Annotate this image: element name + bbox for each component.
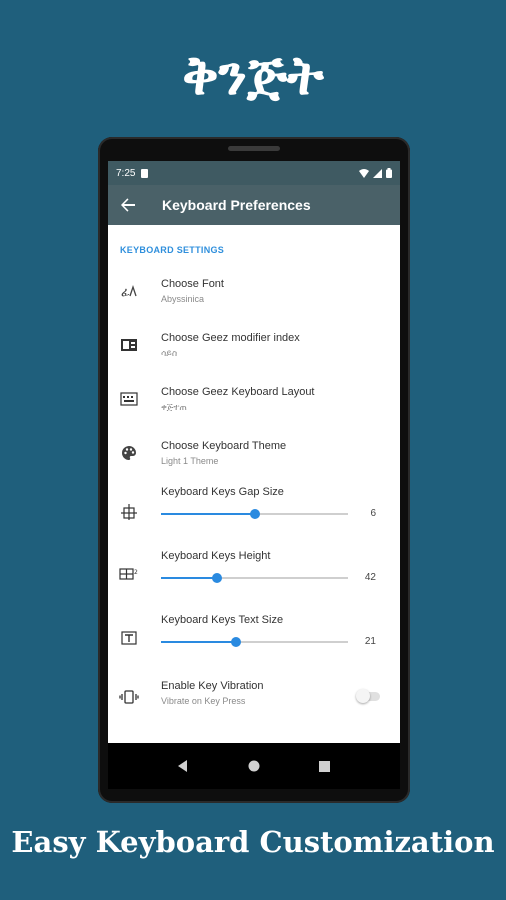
slider-value: 42: [364, 572, 376, 583]
nav-home-icon[interactable]: [247, 759, 261, 773]
phone-screen: 7:25 Keyboard Preferences KEYBOARD SETTI…: [108, 161, 400, 743]
pref-title: Keyboard Keys Height: [161, 550, 271, 562]
status-time: 7:25: [116, 167, 136, 179]
status-icons: [359, 168, 392, 178]
promo-caption: Easy Keyboard Customization: [11, 825, 495, 859]
pref-title: Choose Font: [161, 278, 224, 290]
status-bar: 7:25: [108, 161, 400, 185]
slider-value: 6: [370, 508, 376, 519]
arrow-back-icon[interactable]: [120, 196, 138, 214]
pref-choose-keyboard-layout[interactable]: Choose Geez Keyboard Layout ቀጅተጠ: [108, 378, 400, 428]
vibration-icon: [118, 686, 140, 708]
slider-fill: [161, 577, 218, 579]
pref-title: Choose Geez modifier index: [161, 332, 300, 344]
svg-text:ፊ: ፊ: [121, 285, 130, 299]
keyboard-layout-icon: [118, 388, 140, 410]
pref-summary: ቀጅተጠ: [161, 402, 187, 412]
slider-thumb[interactable]: [249, 509, 260, 519]
pref-summary: Vibrate on Key Press: [161, 696, 246, 706]
phone-speaker: [228, 146, 280, 151]
section-header: KEYBOARD SETTINGS: [120, 245, 225, 255]
pref-title: Keyboard Keys Gap Size: [161, 486, 284, 498]
pref-enable-vibration[interactable]: Enable Key Vibration Vibrate on Key Pres…: [108, 676, 400, 726]
promo-headline: ቅንጅት: [182, 44, 324, 107]
nav-recents-icon[interactable]: [318, 759, 332, 773]
toolbar-title: Keyboard Preferences: [162, 197, 311, 213]
svg-text:2: 2: [134, 569, 138, 576]
font-icon: ፊ: [118, 280, 140, 302]
pref-choose-modifier-index[interactable]: Choose Geez modifier index ሳይስ: [108, 324, 400, 374]
slider-thumb[interactable]: [230, 637, 241, 647]
vibration-toggle[interactable]: [356, 689, 380, 703]
slider-fill: [161, 513, 255, 515]
pref-summary: Light 1 Theme: [161, 456, 219, 466]
pref-keys-text-size: Keyboard Keys Text Size 21: [108, 611, 400, 671]
key-gap-icon: [118, 501, 140, 523]
key-height-icon: 2: [118, 563, 140, 585]
key-text-size-icon: [118, 627, 140, 649]
nav-back-icon[interactable]: [176, 759, 190, 773]
navigation-bar: [108, 743, 400, 789]
slider-thumb[interactable]: [212, 573, 223, 583]
pref-title: Choose Keyboard Theme: [161, 440, 287, 452]
pref-title: Keyboard Keys Text Size: [161, 614, 284, 626]
pref-summary: ሳይስ: [161, 348, 178, 358]
phone-frame: 7:25 Keyboard Preferences KEYBOARD SETTI…: [98, 137, 410, 803]
keys-height-slider[interactable]: [161, 573, 348, 583]
battery-icon: [386, 168, 392, 178]
pref-title: Choose Geez Keyboard Layout: [161, 386, 315, 398]
palette-icon: [118, 442, 140, 464]
pref-keys-gap-size: Keyboard Keys Gap Size 6: [108, 483, 400, 543]
app-toolbar: Keyboard Preferences: [108, 185, 400, 225]
preferences-list: KEYBOARD SETTINGS ፊ Choose Font Abyssini…: [108, 225, 400, 743]
pref-choose-keyboard-theme[interactable]: Choose Keyboard Theme Light 1 Theme: [108, 432, 400, 482]
gap-size-slider[interactable]: [161, 509, 348, 519]
slider-fill: [161, 641, 236, 643]
wifi-icon: [359, 168, 369, 178]
modifier-index-icon: [118, 334, 140, 356]
signal-icon: [373, 168, 382, 178]
pref-keys-height: 2 Keyboard Keys Height 42: [108, 547, 400, 607]
pref-choose-font[interactable]: ፊ Choose Font Abyssinica: [108, 270, 400, 320]
pref-summary: Abyssinica: [161, 294, 205, 304]
slider-value: 21: [364, 636, 376, 647]
sd-card-icon: [141, 168, 149, 178]
pref-title: Enable Key Vibration: [161, 680, 264, 692]
text-size-slider[interactable]: [161, 637, 348, 647]
toggle-thumb[interactable]: [356, 689, 370, 703]
